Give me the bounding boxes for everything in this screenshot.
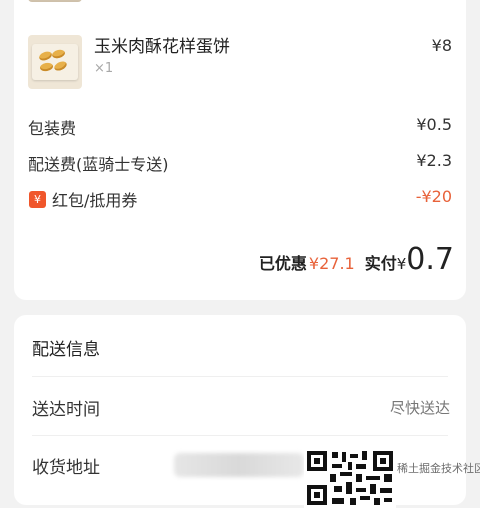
delivery-fee-label: 配送费(蓝骑士专送) xyxy=(28,155,169,174)
item-price: ¥8 xyxy=(431,36,452,55)
address-value-blurred xyxy=(174,453,304,477)
qr-code-icon xyxy=(304,448,396,508)
discount-value: ¥27.1 xyxy=(308,254,355,273)
address-label[interactable]: 收货地址 xyxy=(32,453,100,478)
paid-currency: ¥ xyxy=(396,255,407,273)
previous-item-thumbnail xyxy=(28,0,82,2)
coupon-label: 红包/抵用券 xyxy=(52,191,138,210)
delivery-time-label: 送达时间 xyxy=(32,400,100,420)
paid-label: 实付 xyxy=(364,254,397,273)
red-envelope-coupon-icon: ¥ xyxy=(29,191,46,208)
divider xyxy=(32,376,448,377)
previous-item-qty: ×1 xyxy=(94,0,113,2)
item-thumbnail-plate xyxy=(32,44,78,80)
delivery-fee-value: ¥2.3 xyxy=(416,151,452,170)
item-qty: ×1 xyxy=(94,61,114,76)
watermark-text: 稀土掘金技术社区 xyxy=(397,462,480,475)
payment-summary: 已优惠 ¥27.1 实付 ¥ 0.7 xyxy=(259,242,454,277)
discount-label: 已优惠 xyxy=(258,254,307,273)
delivery-info-card: 配送信息 送达时间 尽快送达 收货地址 稀土掘金技术社区 xyxy=(14,315,480,508)
delivery-section-title: 配送信息 xyxy=(32,340,100,360)
packaging-fee-value: ¥0.5 xyxy=(416,115,452,134)
packaging-fee-label: 包装费 xyxy=(28,119,77,138)
paid-amount: 0.7 xyxy=(406,242,454,277)
divider xyxy=(32,435,448,436)
delivery-time-value: 尽快送达 xyxy=(389,399,450,417)
coupon-value: -¥20 xyxy=(415,187,452,206)
item-thumbnail[interactable] xyxy=(28,35,82,89)
item-name: 玉米肉酥花样蛋饼 xyxy=(94,37,230,57)
order-details-card: ×1 玉米肉酥花样蛋饼 ×1 ¥8 包装费 ¥0.5 配送费(蓝骑士专送) ¥2… xyxy=(14,0,466,300)
